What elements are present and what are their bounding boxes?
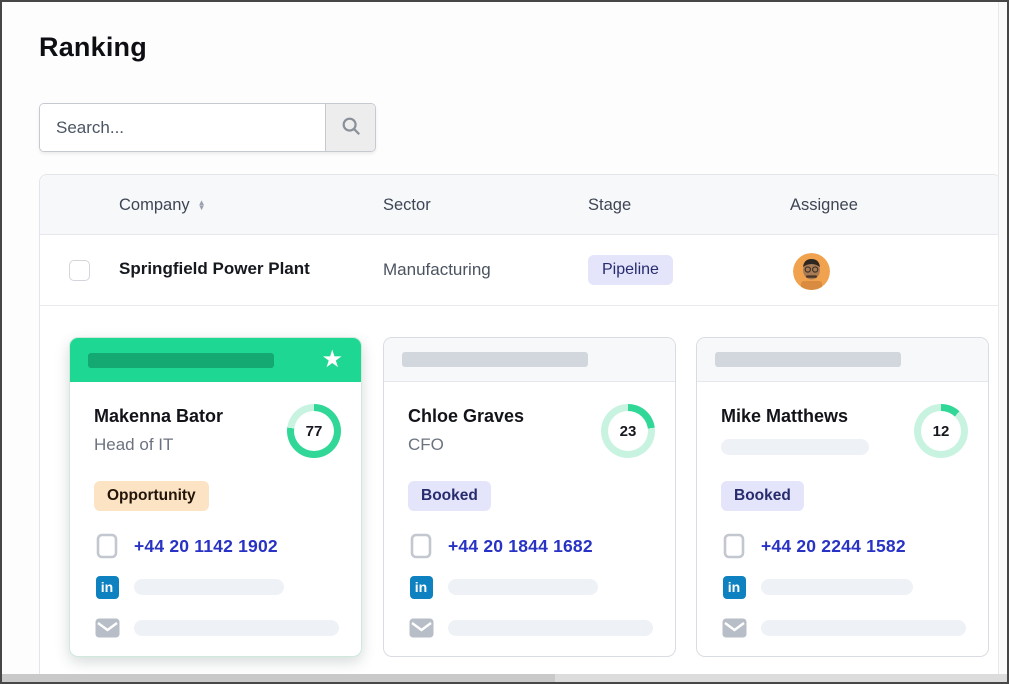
- mail-icon: [408, 618, 434, 638]
- card-header: [697, 338, 988, 382]
- status-badge: Opportunity: [94, 481, 209, 511]
- search-button[interactable]: [325, 104, 375, 151]
- app-window: Ranking Company ▲▼ Sector Stage: [0, 0, 1009, 684]
- score-ring: 12: [914, 404, 968, 458]
- linkedin-icon[interactable]: in: [96, 576, 119, 599]
- phone-number[interactable]: +44 20 1844 1682: [448, 536, 593, 557]
- placeholder-bar: [761, 579, 913, 595]
- table-row[interactable]: Springfield Power Plant Manufacturing Pi…: [40, 235, 1000, 306]
- phone-icon: [721, 533, 747, 559]
- phone-icon: [408, 533, 434, 559]
- sector-cell: Manufacturing: [383, 260, 491, 280]
- linkedin-icon[interactable]: in: [410, 576, 433, 599]
- placeholder-bar: [134, 579, 284, 595]
- email-row[interactable]: [94, 615, 339, 641]
- search-icon: [340, 115, 362, 140]
- phone-row[interactable]: +44 20 1844 1682: [408, 533, 653, 559]
- email-row[interactable]: [721, 615, 966, 641]
- placeholder-bar: [448, 579, 598, 595]
- row-checkbox[interactable]: [69, 260, 90, 281]
- scrollbar-thumb[interactable]: [2, 674, 555, 682]
- linkedin-icon[interactable]: in: [723, 576, 746, 599]
- placeholder-bar: [402, 352, 588, 367]
- page-title: Ranking: [39, 32, 147, 63]
- placeholder-bar: [721, 439, 869, 455]
- phone-number[interactable]: +44 20 2244 1582: [761, 536, 906, 557]
- mail-icon: [94, 618, 120, 638]
- placeholder-bar: [448, 620, 653, 636]
- linkedin-row[interactable]: in: [94, 574, 339, 600]
- phone-row[interactable]: +44 20 2244 1582: [721, 533, 966, 559]
- contact-card[interactable]: Chloe Graves CFO 23 Booked +44: [383, 337, 676, 657]
- status-badge: Booked: [721, 481, 804, 511]
- status-badge: Booked: [408, 481, 491, 511]
- email-row[interactable]: [408, 615, 653, 641]
- placeholder-bar: [761, 620, 966, 636]
- column-header-stage: Stage: [588, 175, 631, 235]
- search-bar: [39, 103, 376, 152]
- linkedin-row[interactable]: in: [408, 574, 653, 600]
- score-value: 12: [914, 404, 968, 458]
- score-ring: 77: [287, 404, 341, 458]
- phone-number[interactable]: +44 20 1142 1902: [134, 536, 278, 557]
- mail-icon: [721, 618, 747, 638]
- phone-row[interactable]: +44 20 1142 1902: [94, 533, 339, 559]
- column-header-company[interactable]: Company ▲▼: [119, 175, 206, 235]
- company-cell: Springfield Power Plant: [119, 259, 310, 279]
- vertical-scrollbar[interactable]: [998, 2, 1007, 682]
- score-value: 23: [601, 404, 655, 458]
- column-header-assignee: Assignee: [790, 175, 858, 235]
- placeholder-bar: [88, 353, 274, 368]
- phone-icon: [94, 533, 120, 559]
- placeholder-bar: [715, 352, 901, 367]
- assignee-avatar[interactable]: [793, 253, 830, 290]
- placeholder-bar: [134, 620, 339, 636]
- sort-icon[interactable]: ▲▼: [198, 200, 206, 210]
- star-icon[interactable]: ★: [321, 348, 343, 372]
- card-header: [384, 338, 675, 382]
- linkedin-row[interactable]: in: [721, 574, 966, 600]
- stage-badge: Pipeline: [588, 255, 673, 285]
- score-value: 77: [287, 404, 341, 458]
- ranking-table-panel: Company ▲▼ Sector Stage Assignee Springf…: [39, 174, 1001, 682]
- contact-card[interactable]: Mike Matthews 12 Booked +44 20: [696, 337, 989, 657]
- card-header: ★: [70, 338, 361, 382]
- contact-card[interactable]: ★ Makenna Bator Head of IT 77 Opportunit…: [69, 337, 362, 657]
- table-header-row: Company ▲▼ Sector Stage Assignee: [40, 175, 1000, 235]
- score-ring: 23: [601, 404, 655, 458]
- column-header-sector: Sector: [383, 175, 431, 235]
- search-input[interactable]: [40, 104, 325, 151]
- horizontal-scrollbar[interactable]: [2, 674, 1007, 682]
